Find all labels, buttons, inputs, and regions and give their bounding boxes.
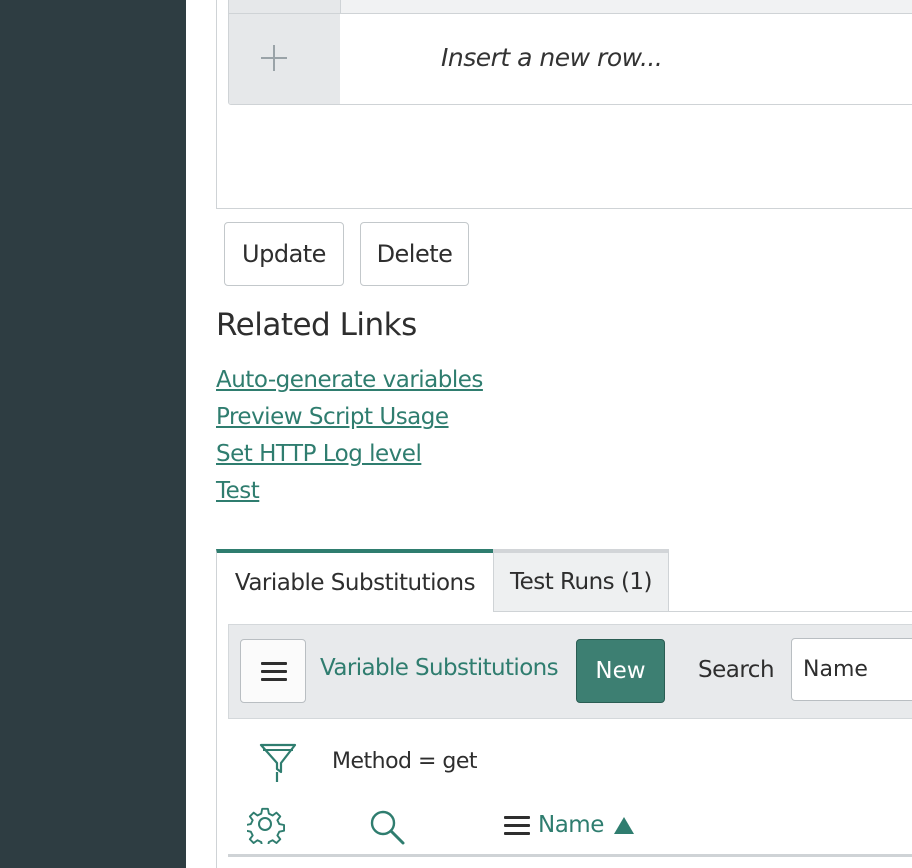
table-row (229, 0, 912, 14)
column-header-border (228, 854, 912, 857)
column-header-name[interactable]: Name (538, 812, 604, 838)
tab-variable-substitutions[interactable]: Variable Substitutions (216, 549, 493, 612)
search-icon[interactable] (368, 808, 406, 846)
link-auto-generate-variables[interactable]: Auto-generate variables (216, 367, 483, 393)
column-menu-bar (504, 824, 530, 827)
hamburger-icon (261, 662, 287, 665)
link-set-http-log-level[interactable]: Set HTTP Log level (216, 441, 422, 467)
list-title[interactable]: Variable Substitutions (320, 655, 559, 681)
link-preview-script-usage[interactable]: Preview Script Usage (216, 404, 449, 430)
insert-new-row[interactable]: Insert a new row... (441, 43, 663, 72)
hamburger-icon-bar (261, 670, 287, 673)
search-field-select[interactable]: Name (791, 638, 912, 701)
column-menu-bar (504, 816, 530, 819)
row-cell[interactable] (341, 0, 912, 13)
row-gutter (229, 0, 341, 13)
filter-funnel-icon[interactable] (258, 742, 298, 784)
app-sidebar (0, 0, 186, 868)
new-button[interactable]: New (576, 639, 665, 703)
plus-icon[interactable] (259, 43, 289, 73)
list-context-menu-button[interactable] (240, 639, 306, 703)
tab-divider (669, 611, 912, 612)
delete-button[interactable]: Delete (360, 222, 469, 286)
update-button[interactable]: Update (224, 222, 344, 286)
gear-icon[interactable] (247, 806, 285, 844)
hamburger-icon-bar (261, 678, 287, 681)
embedded-list-table: Insert a new row... (228, 0, 912, 105)
main-content: Insert a new row... Update Delete Relate… (186, 0, 912, 868)
column-menu-bar (504, 832, 530, 835)
panel-border (216, 611, 217, 868)
related-links-title: Related Links (216, 307, 417, 343)
tab-test-runs[interactable]: Test Runs (1) (493, 549, 669, 612)
link-test[interactable]: Test (216, 478, 260, 504)
column-menu-icon[interactable] (504, 816, 530, 836)
sort-ascending-icon[interactable] (614, 817, 634, 834)
search-label: Search (698, 657, 775, 683)
filter-condition: Method = get (332, 749, 478, 774)
